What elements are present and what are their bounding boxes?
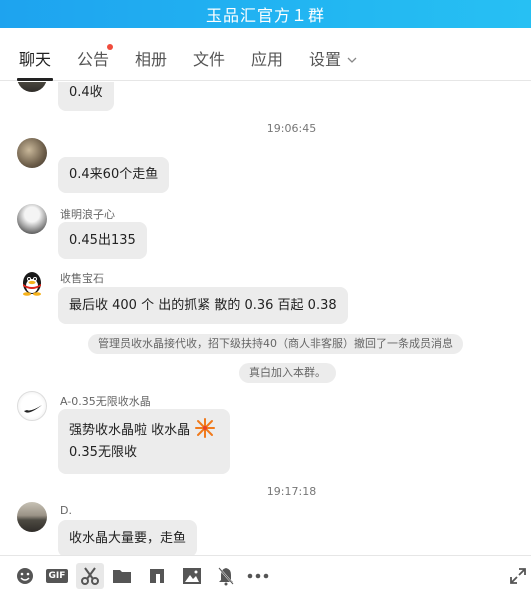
sender-name[interactable]: 谁明浪子心 (60, 206, 115, 222)
input-toolbar: GIF (0, 555, 531, 597)
title-bar: 玉品汇官方１群 (0, 0, 531, 28)
tab-announcement-label: 公告 (77, 50, 110, 69)
image-icon[interactable] (180, 564, 204, 588)
tab-files-label: 文件 (193, 50, 226, 69)
system-notice: 真白加入本群。 (239, 363, 336, 383)
gif-label: GIF (45, 569, 69, 583)
unread-badge (107, 44, 114, 50)
qq-penguin-icon (23, 272, 41, 296)
gif-icon[interactable]: GIF (45, 564, 69, 588)
avatar[interactable] (17, 502, 47, 532)
message-bubble[interactable]: 强势收水晶啦 收水晶 0.35无限收 (58, 409, 231, 474)
timestamp: 19:06:45 (266, 122, 317, 135)
message-bubble[interactable]: 0.45出135 (58, 222, 147, 259)
avatar[interactable] (17, 391, 47, 421)
emoji-icon[interactable] (13, 564, 37, 588)
sender-name[interactable]: A-0.35无限收水晶 (60, 393, 151, 409)
scissors-icon[interactable] (76, 563, 104, 589)
avatar[interactable] (17, 82, 47, 92)
tab-files[interactable]: 文件 (193, 46, 225, 81)
message-list[interactable]: 0.4收 19:06:45 0.4来60个走鱼 谁明浪子心 0.45出135 收… (0, 82, 531, 555)
sender-name[interactable]: 收售宝石 (60, 270, 104, 286)
message-bubble[interactable]: 收水晶大量要，走鱼 (58, 520, 198, 555)
system-notice: 管理员收水晶接代收，招下级扶持40（商人非客服）撤回了一条成员消息 (88, 334, 463, 354)
message-bubble[interactable]: 最后收 400 个 出的抓紧 散的 0.36 百起 0.38 (58, 287, 348, 324)
message-text: 最后收 400 个 出的抓紧 散的 0.36 百起 0.38 (69, 298, 337, 313)
message-text: 0.4收 (69, 85, 103, 100)
avatar[interactable] (17, 268, 47, 298)
tab-bar: 聊天 公告 相册 文件 应用 设置 (0, 28, 531, 81)
message-text: 0.4来60个走鱼 (69, 167, 159, 182)
tab-chat[interactable]: 聊天 (16, 46, 54, 81)
scrollbar[interactable] (527, 82, 531, 555)
chevron-down-icon (347, 53, 357, 66)
message-text: 0.45出135 (69, 233, 136, 248)
expand-icon[interactable] (506, 564, 530, 588)
tab-album-label: 相册 (135, 50, 168, 69)
folder-icon[interactable] (110, 564, 134, 588)
message-bubble[interactable]: 0.4来60个走鱼 (58, 157, 170, 193)
message-text: 收水晶大量要，走鱼 (69, 531, 187, 546)
avatar[interactable] (17, 204, 47, 234)
tab-album[interactable]: 相册 (135, 46, 167, 81)
tab-apps[interactable]: 应用 (251, 46, 283, 81)
tab-settings-label: 设置 (309, 50, 342, 69)
tab-apps-label: 应用 (251, 50, 284, 69)
nike-logo-icon (24, 405, 42, 413)
tab-announcement[interactable]: 公告 (77, 44, 114, 81)
window-title: 玉品汇官方１群 (205, 6, 325, 25)
firework-icon (194, 417, 216, 448)
tab-chat-label: 聊天 (19, 50, 52, 69)
avatar[interactable] (17, 138, 47, 168)
timestamp: 19:17:18 (266, 485, 317, 498)
message-bubble[interactable]: 0.4收 (58, 82, 114, 111)
tab-settings[interactable]: 设置 (309, 46, 357, 81)
music-icon[interactable] (145, 564, 169, 588)
notify-icon[interactable] (214, 564, 238, 588)
more-icon[interactable] (246, 564, 270, 588)
sender-name[interactable]: D. (60, 504, 72, 517)
message-text: 强势收水晶啦 收水晶 (69, 423, 191, 438)
